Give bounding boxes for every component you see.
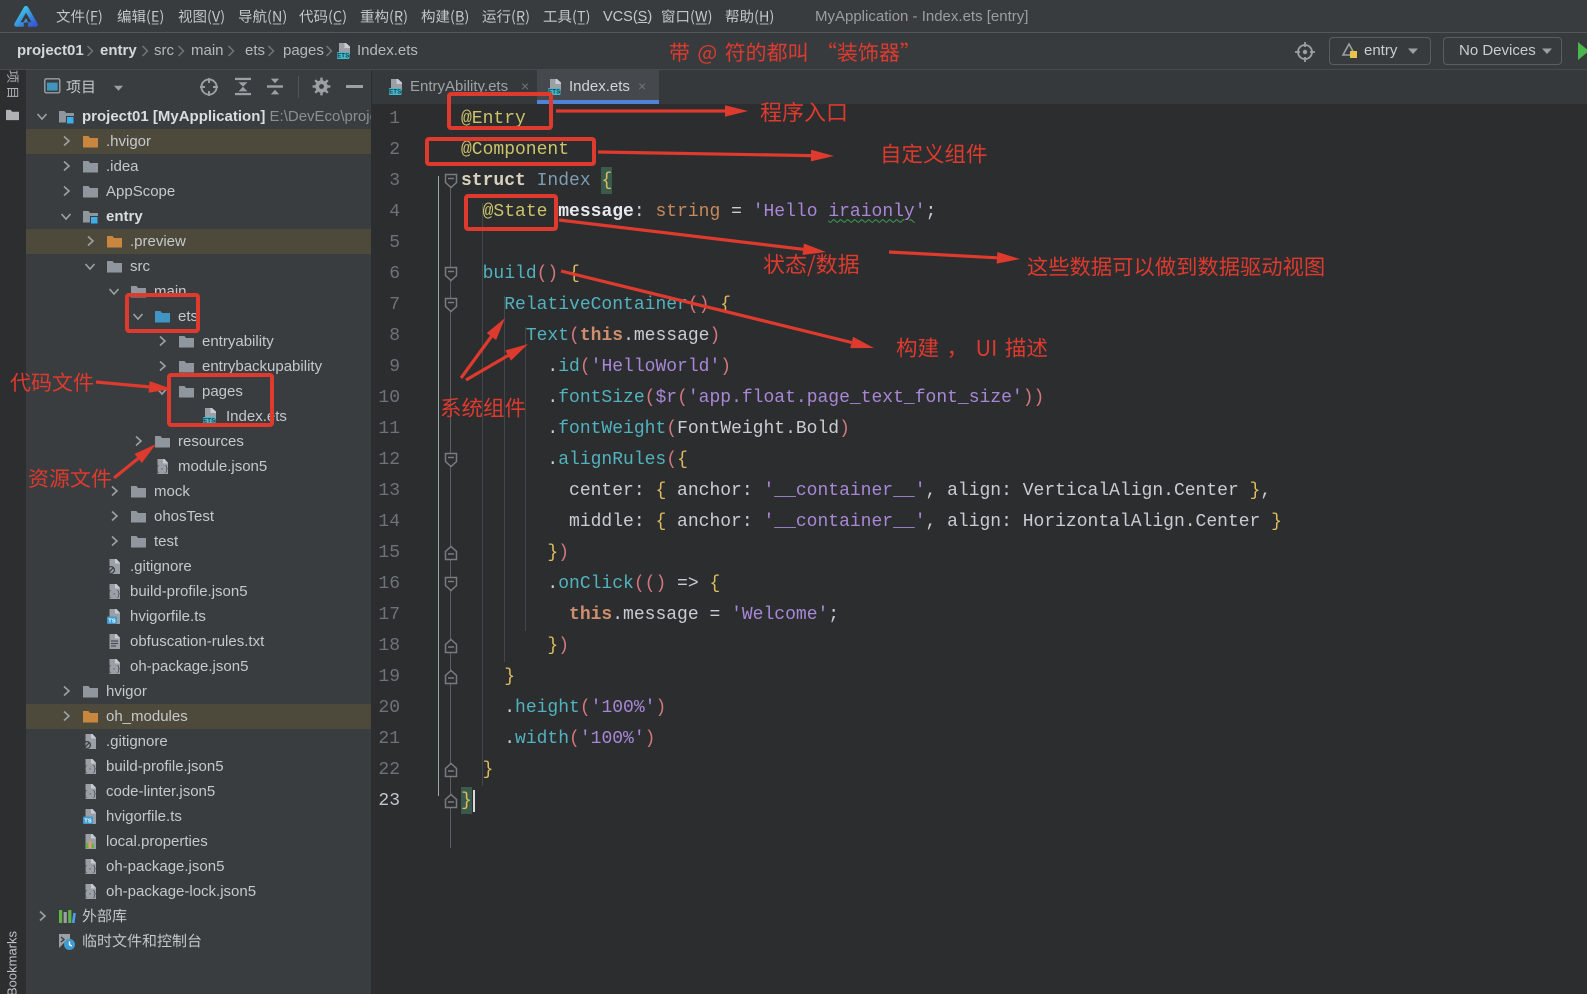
svg-text:{·}: {·} bbox=[83, 891, 97, 899]
svg-text:{·}: {·} bbox=[83, 791, 97, 799]
svg-text:ETS: ETS bbox=[389, 89, 401, 96]
svg-text:{·}: {·} bbox=[83, 766, 97, 774]
svg-text:ETS: ETS bbox=[337, 53, 349, 60]
svg-text:TS: TS bbox=[108, 619, 116, 625]
svg-text:TS: TS bbox=[84, 819, 92, 825]
svg-text:{·}: {·} bbox=[107, 591, 121, 599]
svg-text:ETS: ETS bbox=[203, 418, 215, 425]
svg-text:ETS: ETS bbox=[548, 89, 560, 96]
svg-text:{·}: {·} bbox=[155, 466, 169, 474]
svg-text:{·}: {·} bbox=[83, 866, 97, 874]
svg-text:{·}: {·} bbox=[107, 666, 121, 674]
